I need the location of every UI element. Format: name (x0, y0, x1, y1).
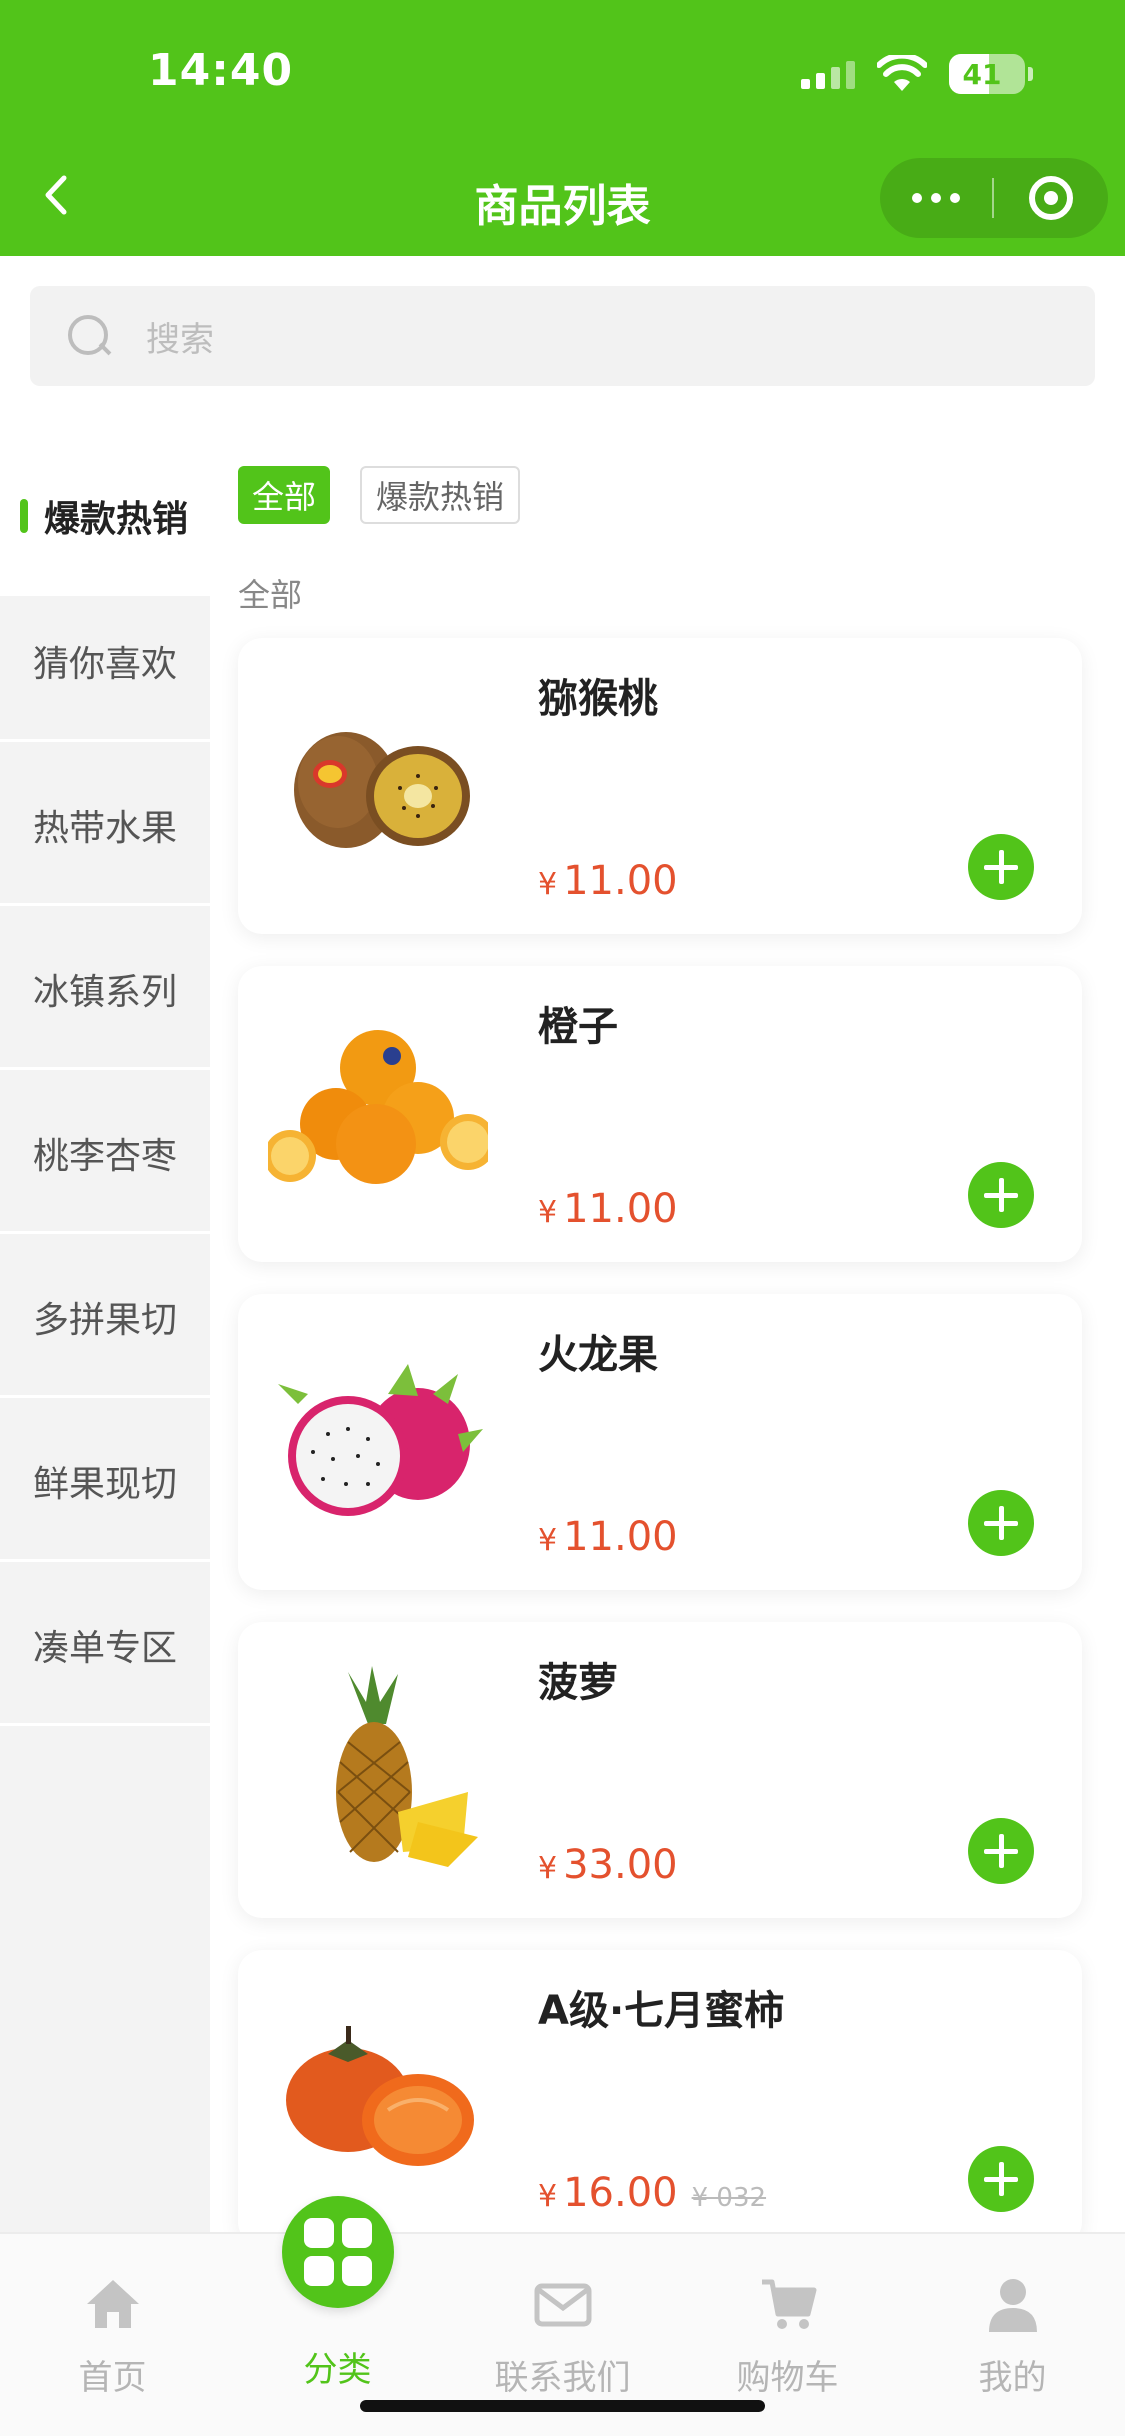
wifi-icon (877, 55, 927, 91)
cart-icon (761, 2279, 816, 2329)
product-name: 火龙果 (538, 1332, 658, 1378)
sidebar-item-stone-fruit[interactable]: 桃李杏枣 (0, 1074, 210, 1234)
product-name: A级·七月蜜柿 (538, 1988, 785, 2034)
product-name: 橙子 (538, 1004, 618, 1050)
product-name: 猕猴桃 (538, 676, 658, 722)
home-indicator (360, 2400, 765, 2412)
sidebar-item-label: 凑单专区 (32, 1627, 177, 1669)
currency-symbol: ¥ (538, 2179, 558, 2214)
search-input[interactable]: 搜索 (30, 286, 1095, 386)
sidebar-item-hot[interactable]: 爆款热销 (0, 436, 210, 596)
status-time: 14:40 (148, 45, 294, 96)
tab-label: 分类 (303, 2350, 372, 2390)
sidebar-item-recommend[interactable]: 猜你喜欢 (0, 582, 210, 742)
product-price: ¥ 33.00 (538, 1842, 678, 1888)
tab-cart[interactable]: 购物车 (675, 2254, 900, 2398)
tab-contact[interactable]: 联系我们 (450, 2254, 675, 2398)
header: 14:40 41 商品列表 (0, 0, 1125, 256)
orange-image (268, 1030, 488, 1184)
add-to-cart-button[interactable] (968, 1490, 1034, 1556)
grid-icon (281, 2196, 394, 2308)
sidebar-item-label: 多拼果切 (32, 1299, 177, 1341)
sidebar-item-label: 爆款热销 (43, 499, 188, 540)
sidebar-item-add-on[interactable]: 凑单专区 (0, 1566, 210, 1726)
tab-label: 购物车 (736, 2358, 839, 2398)
product-card[interactable]: 猕猴桃 ¥ 11.00 (238, 638, 1082, 934)
tab-home[interactable]: 首页 (0, 2254, 225, 2398)
sidebar-item-label: 热带水果 (32, 807, 177, 849)
kiwi-image (294, 732, 470, 848)
product-price: ¥ 11.00 (538, 1186, 678, 1232)
battery-level: 41 (962, 57, 1002, 91)
price-amount: 11.00 (563, 1514, 678, 1560)
sidebar-item-label: 桃李杏枣 (32, 1135, 177, 1177)
product-card[interactable]: A级·七月蜜柿 ¥ 16.00 ¥ 032 (238, 1950, 1082, 2232)
sidebar-item-label: 冰镇系列 (32, 971, 177, 1013)
add-to-cart-button[interactable] (968, 2146, 1034, 2212)
target-icon (1029, 176, 1073, 220)
product-price: ¥ 16.00 ¥ 032 (538, 2170, 766, 2216)
search-area: 搜索 (0, 256, 1125, 436)
sidebar-item-tropical[interactable]: 热带水果 (0, 746, 210, 906)
category-sidebar: 爆款热销 猜你喜欢 热带水果 冰镇系列 桃李杏枣 多拼果切 鲜果现切 凑单专区 (0, 436, 210, 2232)
pineapple-image (336, 1666, 478, 1867)
battery-icon: 41 (949, 54, 1033, 94)
search-placeholder: 搜索 (146, 319, 214, 360)
add-to-cart-button[interactable] (968, 1818, 1034, 1884)
home-icon (86, 2280, 139, 2328)
price-amount: 11.00 (563, 858, 678, 904)
price-amount: 16.00 (563, 2170, 678, 2216)
close-miniprogram-button[interactable] (994, 158, 1108, 238)
sidebar-item-label: 猜你喜欢 (32, 643, 177, 685)
filter-chip-all[interactable]: 全部 (238, 466, 331, 524)
add-to-cart-button[interactable] (968, 1162, 1034, 1228)
original-price: ¥ 032 (691, 2183, 767, 2213)
tab-mine[interactable]: 我的 (900, 2254, 1125, 2398)
mail-icon (534, 2283, 591, 2327)
tab-category[interactable]: 分类 (225, 2196, 450, 2394)
add-to-cart-button[interactable] (968, 834, 1034, 900)
product-price: ¥ 11.00 (538, 1514, 678, 1560)
currency-symbol: ¥ (538, 1523, 558, 1558)
sidebar-item-fruit-platter[interactable]: 多拼果切 (0, 1238, 210, 1398)
miniprogram-capsule (880, 158, 1108, 238)
signal-icon (801, 59, 855, 89)
currency-symbol: ¥ (538, 867, 558, 902)
tab-label: 联系我们 (494, 2358, 631, 2398)
active-indicator (20, 499, 28, 533)
section-label: 全部 (238, 576, 303, 614)
persimmon-image (286, 2026, 474, 2166)
user-icon (988, 2279, 1037, 2332)
sidebar-item-fresh-cut[interactable]: 鲜果现切 (0, 1402, 210, 1562)
tab-label: 我的 (978, 2358, 1047, 2398)
product-price: ¥ 11.00 (538, 858, 678, 904)
currency-symbol: ¥ (538, 1851, 558, 1886)
tab-label: 首页 (78, 2358, 147, 2398)
price-amount: 33.00 (563, 1842, 678, 1888)
currency-symbol: ¥ (538, 1195, 558, 1230)
more-icon[interactable] (880, 158, 992, 238)
product-card[interactable]: 火龙果 ¥ 11.00 (238, 1294, 1082, 1590)
product-card[interactable]: 菠萝 ¥ 33.00 (238, 1622, 1082, 1918)
price-amount: 11.00 (563, 1186, 678, 1232)
filter-chip-hot[interactable]: 爆款热销 (360, 466, 521, 524)
search-icon (68, 315, 110, 357)
sidebar-item-label: 鲜果现切 (32, 1463, 177, 1505)
product-list-panel: 全部 爆款热销 全部 猕猴桃 ¥ 11.00 橙子 ¥ 11.00 火龙果 ¥ … (210, 436, 1125, 2232)
status-icons: 41 (801, 54, 1033, 94)
sidebar-item-iced[interactable]: 冰镇系列 (0, 910, 210, 1070)
dragon-fruit-image (278, 1364, 483, 1516)
product-card[interactable]: 橙子 ¥ 11.00 (238, 966, 1082, 1262)
product-name: 菠萝 (538, 1660, 618, 1706)
